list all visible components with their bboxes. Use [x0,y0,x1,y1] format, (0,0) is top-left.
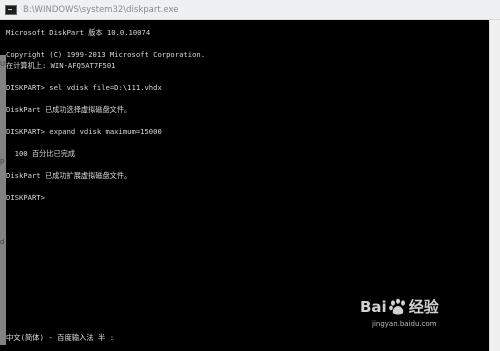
side-mark: U [0,60,6,68]
console-output[interactable]: Microsoft DiskPart 版本 10.0.10074 Copyrigh… [6,27,486,203]
console-app-icon[interactable] [5,4,17,15]
title-bar[interactable]: B:\WINDOWS\system32\diskpart.exe [0,0,500,20]
watermark-url: jingyan.baidu.com [372,320,437,328]
console-line: DISKPART> [6,193,45,202]
vertical-scrollbar[interactable] [489,20,500,351]
console-line: Copyright (C) 1999-2013 Microsoft Corpor… [6,50,206,59]
baidu-paw-icon [388,298,405,314]
console-line: DiskPart 已成功选择虚拟磁盘文件。 [6,105,132,114]
console-line: DISKPART> sel vdisk file=D:\111.vhdx [6,83,162,92]
watermark-logo: Bai 经验 [360,296,439,317]
window-title: B:\WINDOWS\system32\diskpart.exe [23,4,179,15]
console-line: DISKPART> expand vdisk maximum=15000 [6,127,162,136]
watermark-brand-right: 经验 [408,298,439,316]
console-line: Microsoft DiskPart 版本 10.0.10074 [6,28,151,37]
side-mark: d [0,238,5,246]
side-mark: p [0,157,5,165]
console-line: DiskPart 已成功扩展虚拟磁盘文件。 [6,171,132,180]
background-window-edge [0,55,6,345]
diskpart-window: B:\WINDOWS\system32\diskpart.exe Microso… [0,0,500,351]
console-line: 在计算机上: WIN-AFQ5AT7F501 [6,61,116,70]
ime-status-bar[interactable]: 中文(简体) - 百度输入法 半 : [6,333,114,343]
console-line: 100 百分比已完成 [6,149,76,158]
baidu-jingyan-watermark: Bai 经验 jingyan.baidu.com [360,296,480,346]
watermark-brand-left: Bai [360,297,387,316]
